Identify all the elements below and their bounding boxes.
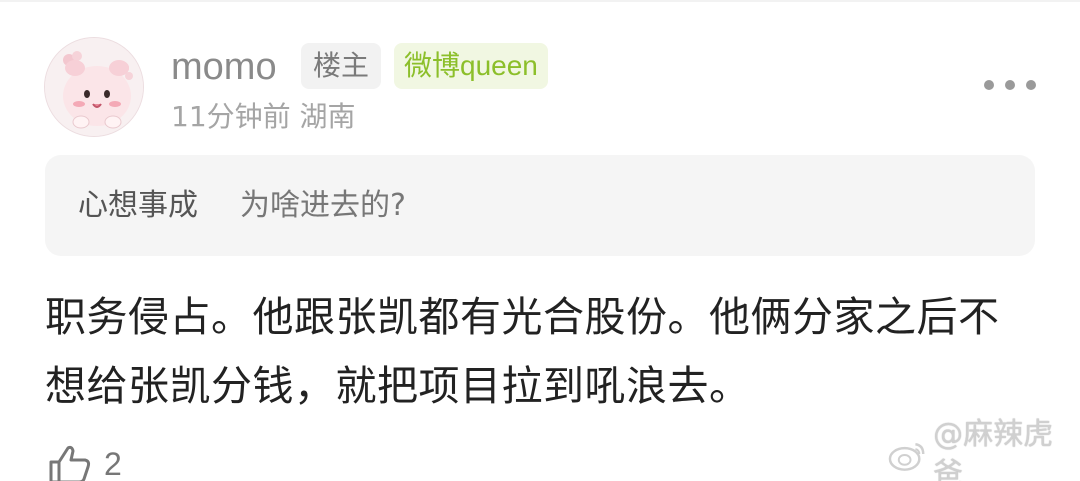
watermark: @麻辣虎爸 (888, 417, 1080, 481)
quoted-text: 为啥进去的? (240, 188, 406, 223)
thumbs-up-icon (49, 445, 91, 481)
watermark-text: @麻辣虎爸 (933, 417, 1054, 481)
more-icon[interactable] (984, 70, 1036, 100)
comment-card: momo 楼主 微博queen 11分钟前 湖南 心想事成 为啥进去的? 职务侵… (0, 0, 1080, 481)
quoted-reply[interactable]: 心想事成 为啥进去的? (45, 155, 1035, 256)
avatar-image (45, 38, 143, 136)
like-button[interactable]: 2 (48, 444, 122, 481)
avatar[interactable] (44, 37, 144, 137)
owner-badge: 楼主 (301, 43, 382, 89)
quoted-username[interactable]: 心想事成 (78, 186, 198, 226)
like-count: 2 (104, 446, 122, 481)
title-badge[interactable]: 微博queen (394, 43, 548, 89)
dot (984, 80, 994, 90)
dot (1026, 80, 1036, 90)
weibo-logo-icon (888, 443, 925, 471)
username[interactable]: momo (171, 42, 277, 92)
dot (1005, 80, 1015, 90)
divider (0, 0, 1080, 2)
comment-meta: 11分钟前 湖南 (171, 100, 356, 133)
comment-text: 职务侵占。他跟张凯都有光合股份。他俩分家之后不想给张凯分钱，就把项目拉到吼浪去。 (45, 293, 1000, 410)
